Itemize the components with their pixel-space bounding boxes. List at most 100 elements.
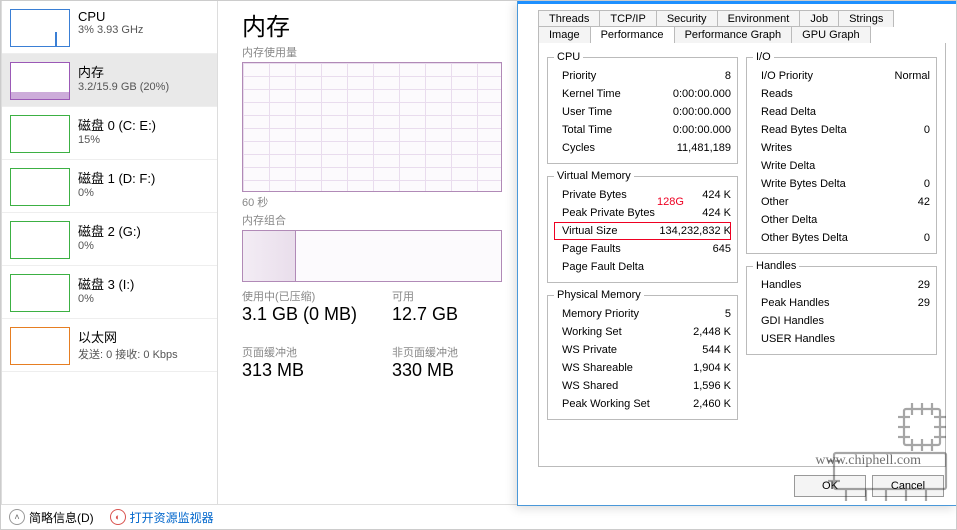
prop-key: WS Shared [554, 377, 618, 395]
prop-key: Read Bytes Delta [753, 121, 847, 139]
sidebar-item-title: 磁盘 0 (C: E:) [78, 115, 156, 134]
tab-strings[interactable]: Strings [838, 10, 894, 27]
sidebar-item-title: 磁盘 3 (I:) [78, 274, 134, 293]
sidebar-item-6[interactable]: 以太网发送: 0 接收: 0 Kbps [2, 319, 217, 372]
prop-value: 29 [918, 276, 930, 294]
tab-row-bottom: ImagePerformancePerformance GraphGPU Gra… [538, 26, 948, 43]
tab-row-top: ThreadsTCP/IPSecurityEnvironmentJobStrin… [538, 10, 948, 27]
prop-value: 134,232,832 K [659, 222, 731, 240]
prop-key: Total Time [554, 121, 612, 139]
prop-key: Memory Priority [554, 305, 639, 323]
group-legend: Handles [753, 260, 799, 272]
prop-value: 424 K [702, 186, 731, 204]
prop-row: Read Bytes Delta 0 [753, 121, 930, 139]
brief-info-button[interactable]: 简略信息(D) [29, 509, 94, 526]
tab-tcp-ip[interactable]: TCP/IP [599, 10, 656, 27]
dialog-tabs: ThreadsTCP/IPSecurityEnvironmentJobStrin… [518, 4, 956, 43]
prop-value: 2,460 K [693, 395, 731, 413]
sidebar-item-title: 以太网 [78, 327, 178, 346]
sidebar-item-5[interactable]: 磁盘 3 (I:)0% [2, 266, 217, 319]
group-cpu: CPUPriority8Kernel Time0:00:00.000User T… [547, 51, 738, 164]
sidebar-thumb [10, 9, 70, 47]
prop-key: Working Set [554, 323, 622, 341]
prop-row: Memory Priority 5 [554, 305, 731, 323]
prop-key: Page Fault Delta [554, 258, 644, 276]
prop-row: Writes [753, 139, 930, 157]
sidebar-item-sub: 发送: 0 接收: 0 Kbps [78, 346, 178, 362]
memory-usage-chart [242, 62, 502, 192]
prop-key: User Time [554, 103, 612, 121]
prop-value: 424 K [702, 204, 731, 222]
sidebar-item-title: 磁盘 2 (G:) [78, 221, 141, 240]
prop-row: Read Delta [753, 103, 930, 121]
sidebar-thumb [10, 115, 70, 153]
prop-key: GDI Handles [753, 312, 824, 330]
group-legend: Virtual Memory [554, 170, 634, 182]
ok-button[interactable]: OK [794, 475, 866, 497]
prop-row: I/O PriorityNormal [753, 67, 930, 85]
group-i-o: I/OI/O PriorityNormalReadsRead DeltaRead… [746, 51, 937, 254]
sidebar-thumb [10, 168, 70, 206]
prop-row: Peak Working Set 2,460 K [554, 395, 731, 413]
prop-key: WS Shareable [554, 359, 633, 377]
prop-key: WS Private [554, 341, 617, 359]
tab-performance[interactable]: Performance [590, 26, 675, 43]
prop-row: WS Shared1,596 K [554, 377, 731, 395]
sidebar-item-0[interactable]: CPU3% 3.93 GHz [2, 1, 217, 54]
tab-image[interactable]: Image [538, 26, 591, 43]
memory-composition-chart [242, 230, 502, 282]
prop-value: 0 [924, 121, 930, 139]
tab-environment[interactable]: Environment [717, 10, 801, 27]
prop-value: 1,904 K [693, 359, 731, 377]
memory-composition-fill [243, 231, 296, 281]
dialog-right-column: I/OI/O PriorityNormalReadsRead DeltaRead… [746, 51, 937, 462]
prop-value: 2,448 K [693, 323, 731, 341]
cancel-button[interactable]: Cancel [872, 475, 944, 497]
sidebar-item-sub: 3% 3.93 GHz [78, 24, 143, 36]
sidebar-thumb [10, 274, 70, 312]
open-resource-monitor-link[interactable]: 打开资源监视器 [130, 509, 214, 526]
sidebar-item-2[interactable]: 磁盘 0 (C: E:)15% [2, 107, 217, 160]
prop-key: Peak Working Set [554, 395, 650, 413]
prop-row: Other Bytes Delta 0 [753, 229, 930, 247]
tab-performance-graph[interactable]: Performance Graph [674, 26, 793, 43]
sidebar-item-sub: 3.2/15.9 GB (20%) [78, 81, 169, 93]
prop-row: User Time0:00:00.000 [554, 103, 731, 121]
stat-key: 使用中(已压缩) [242, 288, 392, 304]
prop-row: Other Delta [753, 211, 930, 229]
prop-key: Virtual Size [554, 222, 617, 240]
prop-value: 0 [924, 229, 930, 247]
sidebar-thumb [10, 221, 70, 259]
prop-key: Other Delta [753, 211, 817, 229]
tab-security[interactable]: Security [656, 10, 718, 27]
prop-key: Write Bytes Delta [753, 175, 846, 193]
tab-gpu-graph[interactable]: GPU Graph [791, 26, 870, 43]
prop-key: Kernel Time [554, 85, 621, 103]
stat-key: 页面缓冲池 [242, 344, 392, 360]
prop-row: Priority8 [554, 67, 731, 85]
prop-row: WS Shareable 1,904 K [554, 359, 731, 377]
prop-key: Writes [753, 139, 792, 157]
sidebar-item-4[interactable]: 磁盘 2 (G:)0% [2, 213, 217, 266]
tab-threads[interactable]: Threads [538, 10, 600, 27]
prop-row: Virtual Size 134,232,832 K [554, 222, 731, 240]
prop-key: USER Handles [753, 330, 835, 348]
prop-key: Priority [554, 67, 596, 85]
prop-row: Kernel Time0:00:00.000 [554, 85, 731, 103]
prop-row: Write Bytes Delta0 [753, 175, 930, 193]
dialog-left-column: CPUPriority8Kernel Time0:00:00.000User T… [547, 51, 738, 462]
chevron-up-icon[interactable]: ˄ [9, 509, 25, 525]
monitor-icon[interactable]: ◐ [110, 509, 126, 525]
prop-row: WS Private544 K [554, 341, 731, 359]
prop-key: Other Bytes Delta [753, 229, 848, 247]
prop-row: Peak Handles29 [753, 294, 930, 312]
sidebar-item-3[interactable]: 磁盘 1 (D: F:)0% [2, 160, 217, 213]
sidebar-item-sub: 15% [78, 134, 156, 146]
sidebar-item-title: CPU [78, 9, 143, 24]
sidebar-item-1[interactable]: 内存3.2/15.9 GB (20%) [2, 54, 217, 107]
prop-value: 42 [918, 193, 930, 211]
prop-key: Peak Handles [753, 294, 830, 312]
tab-job[interactable]: Job [799, 10, 839, 27]
prop-row: Total Time0:00:00.000 [554, 121, 731, 139]
prop-value: 5 [725, 305, 731, 323]
